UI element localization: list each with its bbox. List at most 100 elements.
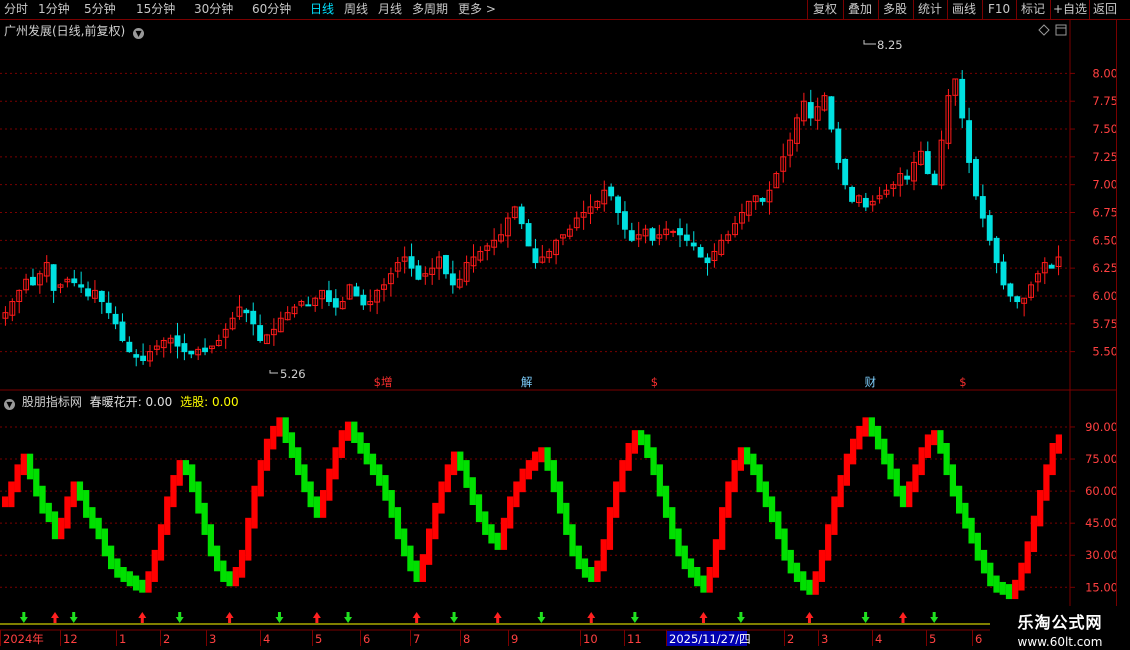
indicator-bar bbox=[238, 549, 246, 578]
period-tab-1min[interactable]: 1分钟 bbox=[38, 0, 70, 19]
series-label: 春暖花开 bbox=[89, 395, 138, 409]
period-tab-more[interactable]: 更多 > bbox=[458, 0, 496, 19]
time-axis-label: 9 bbox=[511, 632, 518, 646]
candlestick-series bbox=[2, 70, 1062, 367]
buy-arrow-icon bbox=[412, 612, 421, 623]
indicator-bar bbox=[494, 532, 501, 550]
time-axis-label: 8 bbox=[463, 632, 470, 646]
candle-body bbox=[353, 286, 360, 297]
indicator-bar bbox=[276, 417, 283, 437]
chart-canvas[interactable]: 8.25 5.26 $增 解 $ 财 $ 5.50 5.75 6.00 6.25 6.50 6.7… bbox=[0, 20, 1116, 650]
chevron-down-icon[interactable]: ▼ bbox=[133, 28, 145, 39]
candle-body bbox=[98, 290, 105, 303]
indicator-bar bbox=[987, 562, 994, 587]
mark-button[interactable]: 标记 bbox=[1021, 0, 1045, 19]
price-grid bbox=[0, 72, 1070, 353]
time-axis: 2024年 12 1 2 3 4 5 6 7 8 9 10 11 2025/11/27/四 2 3 4 5 6 bbox=[0, 630, 982, 646]
indicator-bar bbox=[482, 511, 489, 535]
indicator-bar bbox=[101, 528, 108, 557]
period-tab-5min[interactable]: 5分钟 bbox=[84, 0, 116, 19]
indicator-tick-label: 60.00 bbox=[1085, 484, 1116, 498]
indicator-bar bbox=[39, 485, 46, 514]
event-marker: 财 bbox=[865, 375, 877, 389]
indicator-bar bbox=[363, 443, 370, 465]
add-watchlist-button[interactable]: +自选 bbox=[1053, 0, 1087, 19]
indicator-bar bbox=[332, 447, 339, 480]
back-button[interactable]: 返回 bbox=[1093, 0, 1117, 19]
f10-button[interactable]: F10 bbox=[988, 0, 1010, 19]
indicator-bar bbox=[463, 460, 470, 488]
indicator-bar bbox=[8, 481, 15, 508]
indicator-bar bbox=[108, 545, 115, 570]
indicator-bar bbox=[812, 571, 819, 595]
indicator-bar bbox=[1012, 579, 1019, 600]
indicator-bar bbox=[58, 517, 65, 540]
indicator-bar bbox=[675, 528, 682, 557]
indicator-bar bbox=[993, 575, 1000, 593]
restore-rights-button[interactable]: 复权 bbox=[813, 0, 837, 19]
indicator-bar bbox=[893, 468, 900, 497]
price-tick-label: 6.75 bbox=[1092, 206, 1116, 220]
candle-body bbox=[683, 234, 690, 241]
indicator-bar bbox=[662, 485, 670, 518]
time-axis-label: 3 bbox=[209, 632, 216, 646]
indicator-bar bbox=[563, 502, 570, 535]
draw-line-button[interactable]: 画线 bbox=[952, 0, 976, 19]
time-axis-label: 11 bbox=[627, 632, 642, 646]
select-value: 0.00 bbox=[211, 395, 239, 409]
buy-arrow-icon bbox=[805, 612, 814, 623]
indicator-bar bbox=[669, 507, 676, 540]
indicator-bar bbox=[906, 481, 913, 508]
price-y-axis: 5.50 5.75 6.00 6.25 6.50 6.75 7.00 7.25 7.50 7.75… bbox=[1070, 66, 1116, 359]
divider bbox=[843, 0, 844, 20]
overlay-button[interactable]: 叠加 bbox=[848, 0, 872, 19]
indicator-bar bbox=[712, 539, 720, 578]
candle-body bbox=[979, 196, 986, 219]
indicator-bar bbox=[532, 451, 539, 471]
candle-body bbox=[1048, 264, 1055, 269]
period-tab-realtime[interactable]: 分时 bbox=[4, 0, 28, 19]
candle-body bbox=[904, 175, 911, 180]
period-tab-30min[interactable]: 30分钟 bbox=[194, 0, 233, 19]
sell-arrow-icon bbox=[930, 612, 939, 623]
candle-body bbox=[615, 196, 621, 214]
indicator-bar bbox=[931, 430, 938, 446]
chevron-right-icon: > bbox=[485, 2, 496, 16]
indicator-bar bbox=[444, 464, 451, 493]
candle-body bbox=[835, 128, 842, 163]
candle-body bbox=[188, 350, 195, 355]
statistics-button[interactable]: 统计 bbox=[918, 0, 942, 19]
indicator-bar bbox=[288, 432, 296, 458]
candle-body bbox=[532, 248, 539, 264]
indicator-bar bbox=[606, 507, 614, 550]
indicator-bar bbox=[170, 475, 177, 508]
indicator-bar bbox=[26, 453, 34, 480]
right-side-strip[interactable] bbox=[1116, 20, 1130, 630]
candle-body bbox=[828, 96, 835, 130]
indicator-name[interactable]: 股朋指标网 bbox=[22, 395, 82, 409]
period-tab-monthly[interactable]: 月线 bbox=[378, 0, 402, 19]
more-label: 更多 bbox=[458, 2, 483, 16]
period-tab-weekly[interactable]: 周线 bbox=[344, 0, 368, 19]
indicator-bar bbox=[20, 453, 27, 476]
indicator-bar bbox=[413, 560, 420, 582]
period-tab-60min[interactable]: 60分钟 bbox=[252, 0, 291, 19]
candle-body bbox=[862, 197, 869, 208]
indicator-bar bbox=[151, 549, 158, 582]
indicator-bar bbox=[14, 464, 21, 493]
indicator-bar bbox=[157, 524, 165, 561]
diamond-icon[interactable] bbox=[1038, 24, 1050, 36]
time-axis-label: 6 bbox=[975, 632, 982, 646]
period-tab-multi[interactable]: 多周期 bbox=[412, 0, 448, 19]
indicator-bar bbox=[2, 496, 9, 508]
period-tab-daily[interactable]: 日线 bbox=[310, 0, 334, 19]
indicator-bar bbox=[257, 460, 264, 497]
multi-stock-button[interactable]: 多股 bbox=[883, 0, 907, 19]
chevron-down-icon[interactable]: ▼ bbox=[4, 399, 15, 410]
window-icon[interactable] bbox=[1055, 24, 1067, 36]
indicator-bar bbox=[207, 524, 214, 557]
indicator-bar bbox=[737, 447, 744, 471]
period-tab-15min[interactable]: 15分钟 bbox=[136, 0, 175, 19]
event-marker: $ bbox=[651, 375, 658, 389]
high-price-label: 8.25 bbox=[877, 38, 903, 52]
